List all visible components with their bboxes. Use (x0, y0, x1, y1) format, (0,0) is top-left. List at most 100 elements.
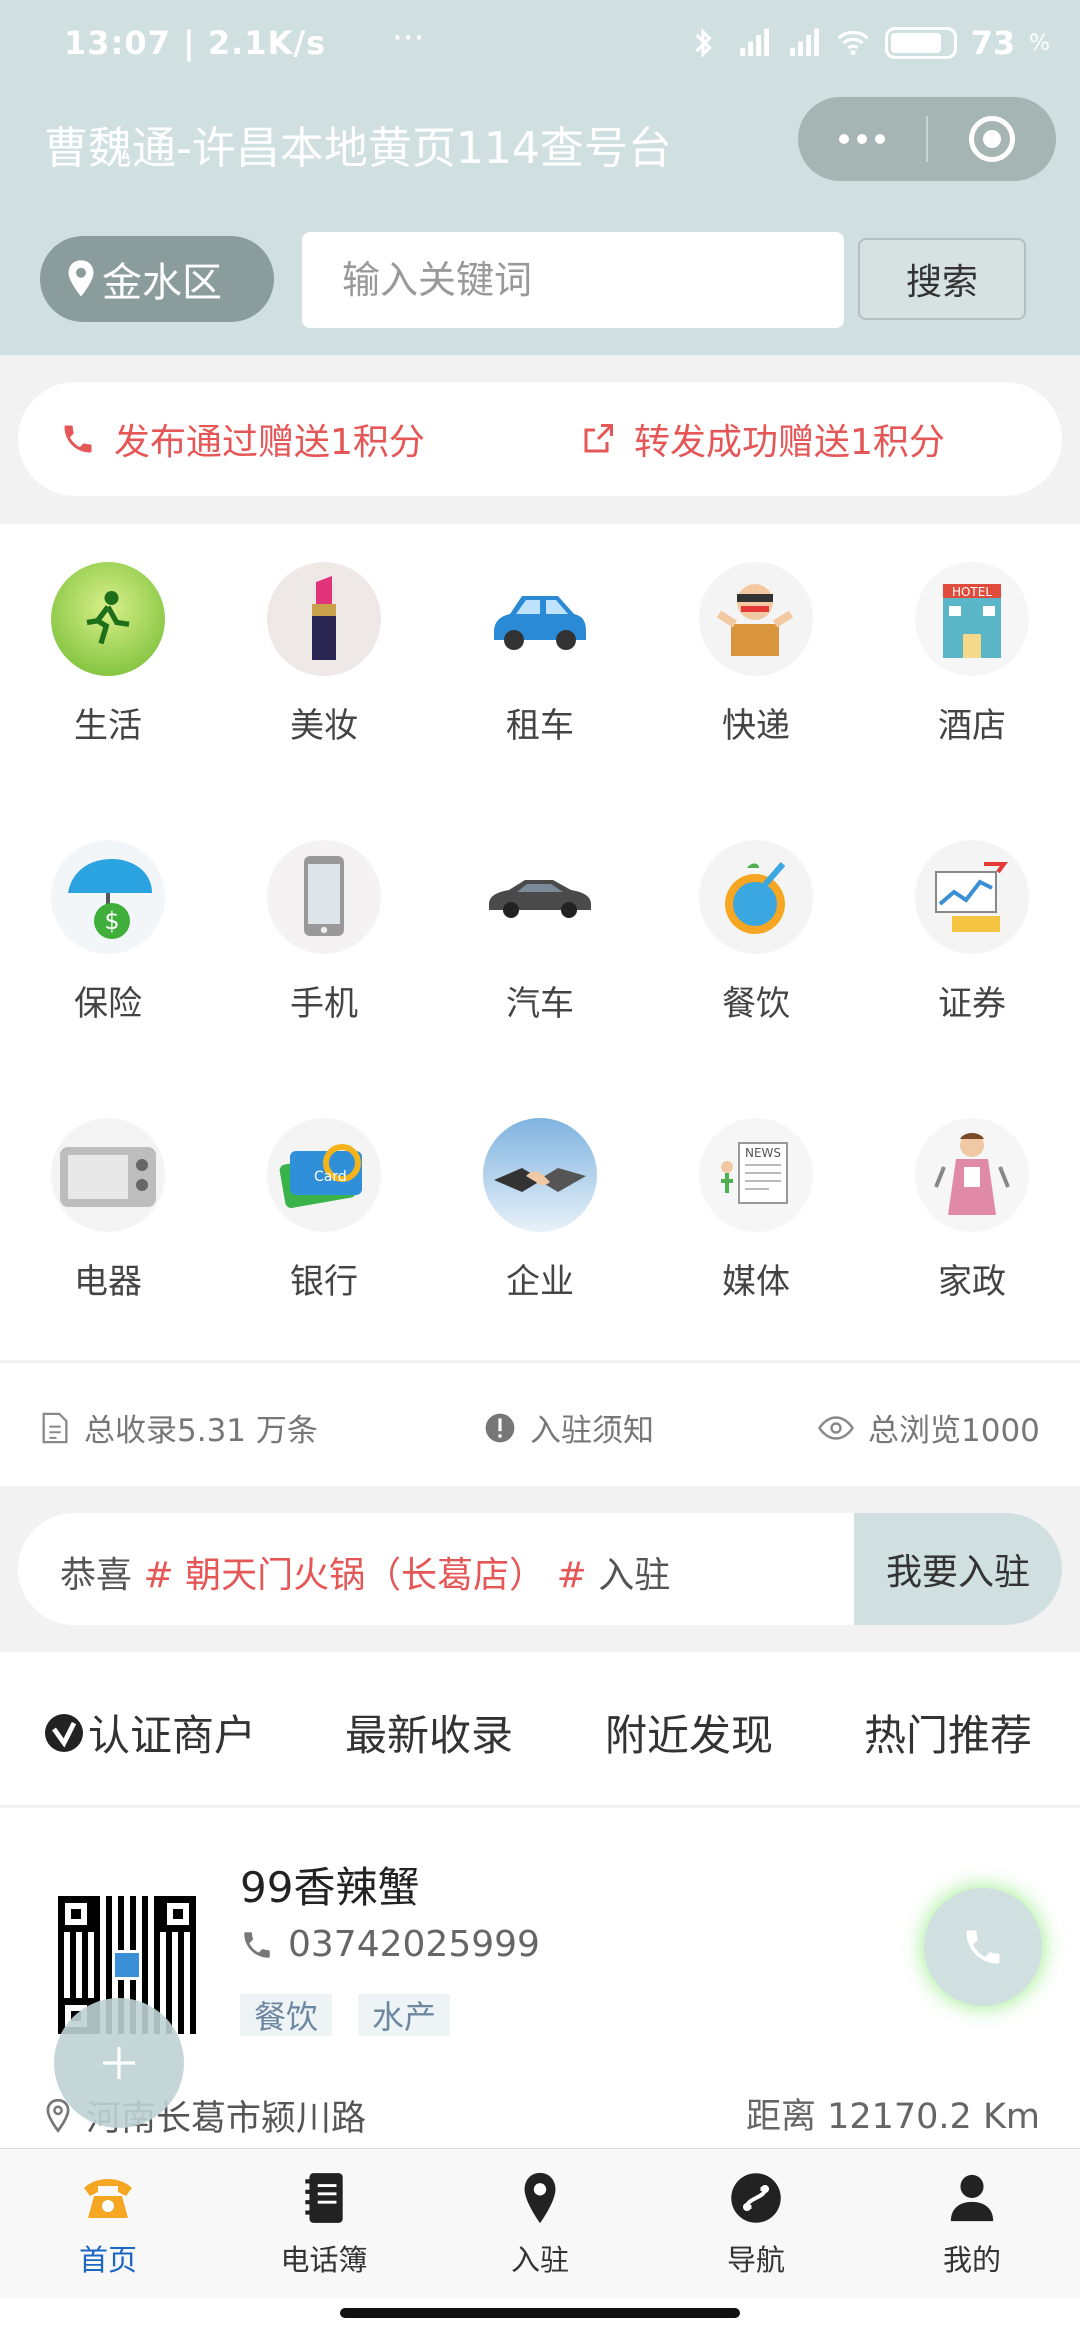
tab-popular[interactable]: 热门推荐 (864, 1702, 1032, 1763)
battery-level: 73 (970, 24, 1016, 62)
ticker-text: 恭喜 # 朝天门火锅（长葛店） # 入驻 (60, 1546, 670, 1598)
join-button[interactable]: 我要入驻 (854, 1513, 1062, 1625)
nav-home[interactable]: 首页 (0, 2167, 216, 2279)
target-icon (969, 116, 1015, 162)
listing-phone[interactable]: 03742025999 (240, 1924, 540, 1965)
nav-mine[interactable]: 我的 (864, 2167, 1080, 2279)
ticker-prefix: 恭喜 (60, 1555, 133, 1596)
ticker-suffix: 入驻 (598, 1555, 671, 1596)
tab-label: 附近发现 (605, 1711, 774, 1760)
status-time: 13:07 | 2.1K/s (64, 24, 327, 62)
call-button[interactable] (924, 1888, 1042, 2006)
tab-latest[interactable]: 最新收录 (345, 1702, 513, 1763)
listing-tag: 餐饮 (240, 1994, 333, 2036)
nav-label: 首页 (78, 2243, 137, 2277)
search-input[interactable] (302, 232, 844, 328)
battery-icon (884, 27, 957, 59)
category-phone[interactable]: 手机 (216, 840, 432, 1025)
category-label: 餐饮 (722, 984, 790, 1024)
category-insurance[interactable]: $ 保险 (0, 840, 216, 1025)
info-icon (485, 1413, 515, 1442)
newspaper-icon: NEWS (699, 1118, 813, 1232)
category-car-rental[interactable]: 租车 (432, 562, 648, 747)
category-label: 银行 (290, 1262, 358, 1302)
microwave-icon (51, 1118, 165, 1232)
home-indicator[interactable] (340, 2308, 740, 2318)
points-promo-bar: 发布通过赠送1积分 转发成功赠送1积分 (18, 382, 1062, 496)
category-label: 家政 (938, 1262, 1006, 1302)
drink-icon (699, 840, 813, 954)
join-notice-link[interactable]: 入驻须知 (484, 1405, 654, 1450)
category-enterprise[interactable]: 企业 (432, 1118, 648, 1303)
handshake-icon (483, 1118, 597, 1232)
category-hotel[interactable]: HOTEL 酒店 (864, 562, 1080, 747)
status-bar: 13:07 | 2.1K/s ··· 73% (0, 0, 1080, 90)
listing-distance: 距离 12170.2 Km (745, 2097, 1040, 2137)
join-notice-text: 入驻须知 (530, 1413, 654, 1449)
lipstick-icon (267, 562, 381, 676)
category-bank[interactable]: Card 银行 (216, 1118, 432, 1303)
svg-text:HOTEL: HOTEL (952, 585, 992, 599)
nav-label: 入驻 (510, 2243, 569, 2277)
location-pin-icon (68, 260, 94, 297)
tab-verified-merchants[interactable]: 认证商户 (44, 1702, 256, 1763)
search-button[interactable]: 搜索 (858, 238, 1026, 320)
category-cosmetics[interactable]: 美妆 (216, 562, 432, 747)
category-life[interactable]: 生活 (0, 562, 216, 747)
more-menu-button[interactable] (798, 134, 926, 144)
umbrella-money-icon: $ (51, 840, 165, 954)
category-automobile[interactable]: 汽车 (432, 840, 648, 1025)
phone-icon (244, 1931, 270, 1958)
running-person-icon (51, 562, 165, 676)
courier-icon (699, 562, 813, 676)
sports-car-icon (483, 840, 597, 954)
close-miniprogram-button[interactable] (928, 116, 1056, 162)
category-express[interactable]: 快递 (648, 562, 864, 747)
share-reward-text: 转发成功赠送1积分 (634, 422, 945, 463)
listing-tag: 水产 (358, 1994, 451, 2036)
ticker-hash: # (556, 1555, 587, 1596)
listing-name: 99香辣蟹 (240, 1863, 420, 1912)
listing-phone-number: 03742025999 (288, 1924, 540, 1965)
category-label: 汽车 (506, 984, 574, 1024)
svg-text:NEWS: NEWS (745, 1146, 781, 1160)
district-label: 金水区 (102, 260, 222, 306)
percent-sign: % (1029, 30, 1050, 56)
district-selector[interactable]: 金水区 (40, 236, 274, 322)
status-extra: ··· (392, 18, 425, 58)
nav-join[interactable]: 入驻 (432, 2167, 648, 2279)
svg-text:Card: Card (314, 1169, 347, 1185)
category-securities[interactable]: 证券 (864, 840, 1080, 1025)
category-appliances[interactable]: 电器 (0, 1118, 216, 1303)
signal-icon-2 (789, 28, 819, 56)
verified-icon (45, 1713, 83, 1752)
add-button[interactable] (54, 1998, 184, 2128)
tab-label: 认证商户 (88, 1711, 257, 1760)
navigation-icon (731, 2173, 781, 2223)
nav-navigation[interactable]: 导航 (648, 2167, 864, 2279)
join-ticker: 恭喜 # 朝天门火锅（长葛店） # 入驻 我要入驻 (18, 1513, 1062, 1625)
category-label: 美妆 (290, 706, 358, 746)
category-label: 酒店 (938, 706, 1006, 746)
category-media[interactable]: NEWS 媒体 (648, 1118, 864, 1303)
tab-nearby[interactable]: 附近发现 (605, 1702, 773, 1763)
category-label: 生活 (74, 706, 142, 746)
smartphone-icon (267, 840, 381, 954)
nav-phonebook[interactable]: 电话簿 (216, 2167, 432, 2279)
category-label: 保险 (74, 984, 142, 1024)
category-housekeeping[interactable]: 家政 (864, 1118, 1080, 1303)
bank-card-icon: Card (267, 1118, 381, 1232)
ticker-shop-name[interactable]: 朝天门火锅（长葛店） (185, 1555, 545, 1596)
gesture-area (0, 2298, 1080, 2340)
publish-reward[interactable]: 发布通过赠送1积分 (60, 413, 425, 465)
category-label: 快递 (722, 706, 790, 746)
stock-chart-icon (915, 840, 1029, 954)
plus-icon (103, 2047, 135, 2079)
document-icon (42, 1412, 68, 1443)
blue-car-icon (483, 562, 597, 676)
publish-reward-text: 发布通过赠送1积分 (114, 422, 425, 463)
category-dining[interactable]: 餐饮 (648, 840, 864, 1025)
category-grid: 生活 美妆 租车 快递 HOTEL 酒店 $ 保险 手机 汽车 餐饮 证券 电器… (0, 524, 1080, 1360)
share-reward[interactable]: 转发成功赠送1积分 (580, 413, 945, 465)
stats-row: 总收录5.31 万条 入驻须知 总浏览1000 (0, 1362, 1080, 1486)
